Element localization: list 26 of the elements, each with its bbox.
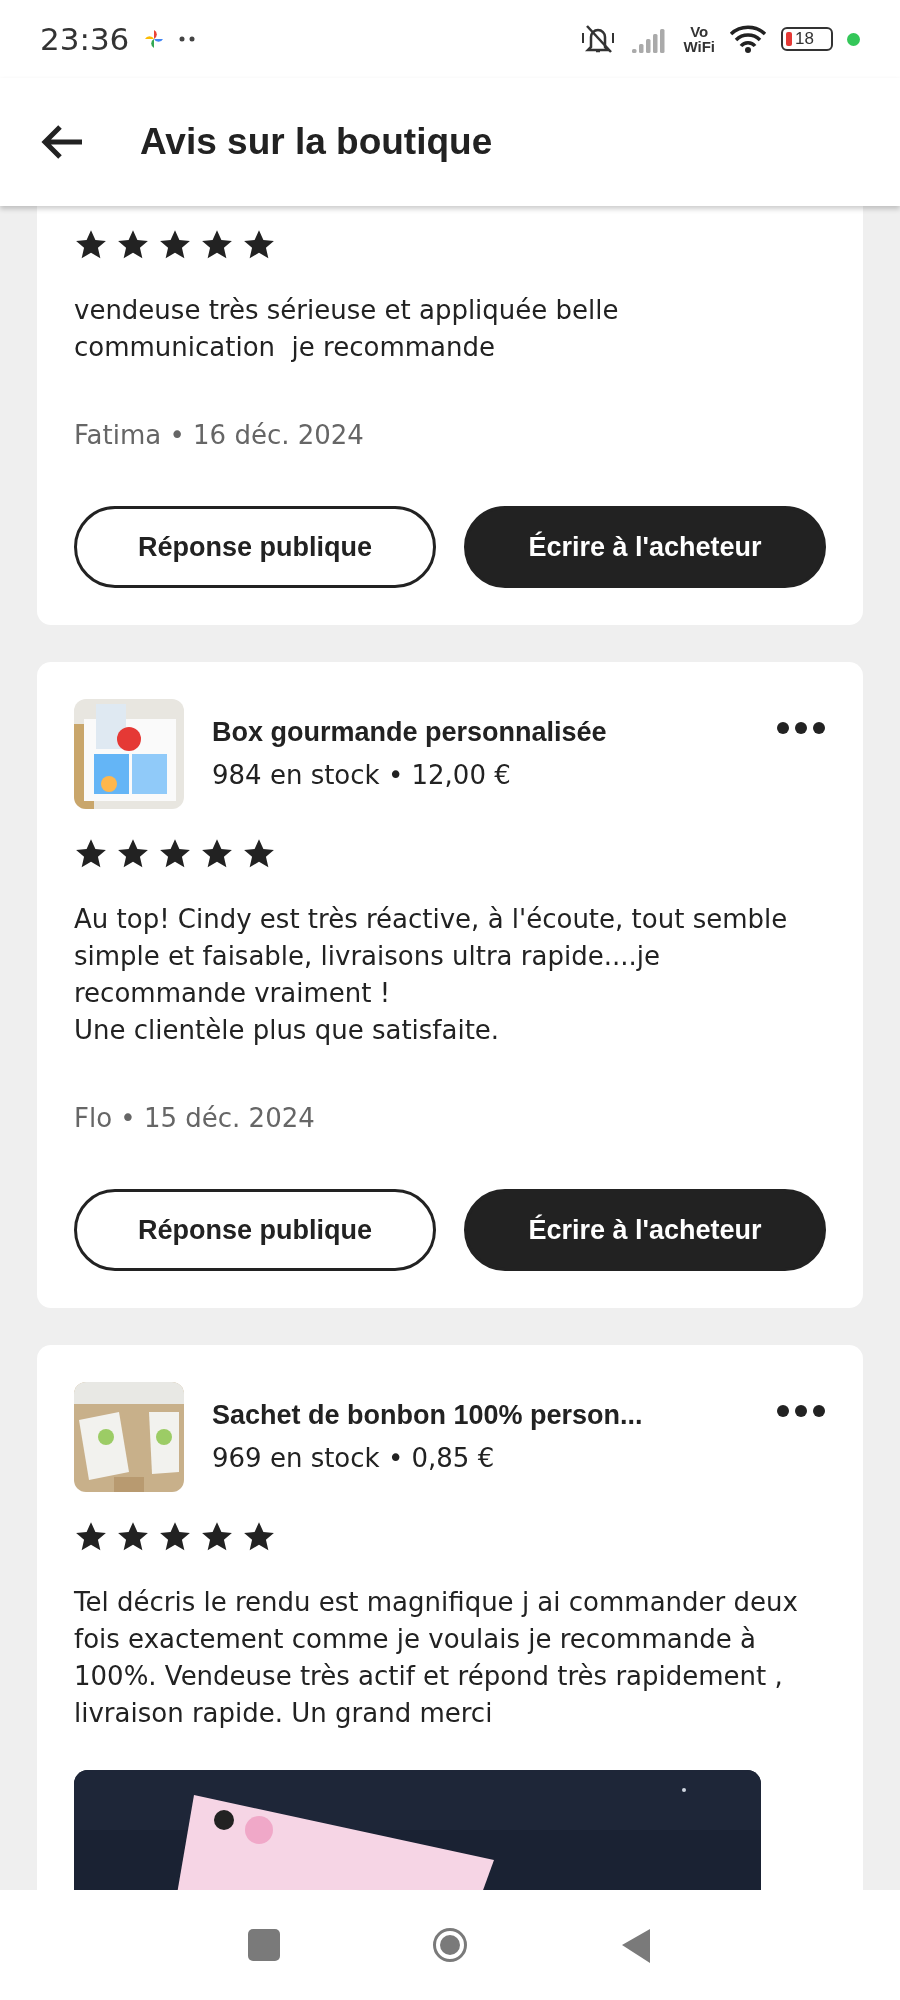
- vowifi-label: Vo WiFi: [683, 24, 715, 54]
- page-title: Avis sur la boutique: [140, 121, 493, 163]
- dots-icon: [179, 36, 196, 42]
- review-byline: Fatima • 16 déc. 2024: [74, 420, 365, 450]
- recents-icon[interactable]: [246, 1927, 282, 1963]
- message-buyer-button[interactable]: Écrire à l'acheteur: [464, 1189, 826, 1271]
- product-title: Box gourmande personnalisée: [212, 717, 608, 748]
- pinwheel-icon: [143, 28, 166, 50]
- public-reply-button[interactable]: Réponse publique: [74, 506, 436, 588]
- more-options-icon[interactable]: [776, 721, 826, 735]
- product-title: Sachet de bonbon 100% person...: [212, 1400, 644, 1431]
- review-byline: Flo • 15 déc. 2024: [74, 1103, 316, 1133]
- public-reply-button[interactable]: Réponse publique: [74, 1189, 436, 1271]
- wifi-icon: [729, 24, 767, 54]
- message-buyer-button[interactable]: Écrire à l'acheteur: [464, 506, 826, 588]
- back-arrow-icon[interactable]: [40, 124, 84, 160]
- battery-icon: 18: [781, 27, 833, 51]
- review-text: Tel décris le rendu est magnifique j ai commander deux fois exactement comme je voulais je recommande à 100%. Vendeuse très actif et répond très rapidement , livraison rapide. Un grand merci: [74, 1586, 799, 1730]
- review-text: Au top! Cindy est très réactive, à l'écoute, tout semble simple et faisable, livraisons ultra rapide....je recommande vraiment ! Une clientèle plus que satisfaite.: [74, 903, 789, 1047]
- clock-time: 23:36: [40, 21, 130, 57]
- review-text: vendeuse très sérieuse et appliquée belle communication je recommande: [74, 294, 620, 364]
- product-details: 969 en stock • 0,85 €: [212, 1443, 496, 1473]
- product-details: 984 en stock • 12,00 €: [212, 760, 512, 790]
- status-dot: [847, 32, 860, 46]
- home-icon[interactable]: [432, 1927, 468, 1963]
- more-options-icon[interactable]: [776, 1404, 826, 1418]
